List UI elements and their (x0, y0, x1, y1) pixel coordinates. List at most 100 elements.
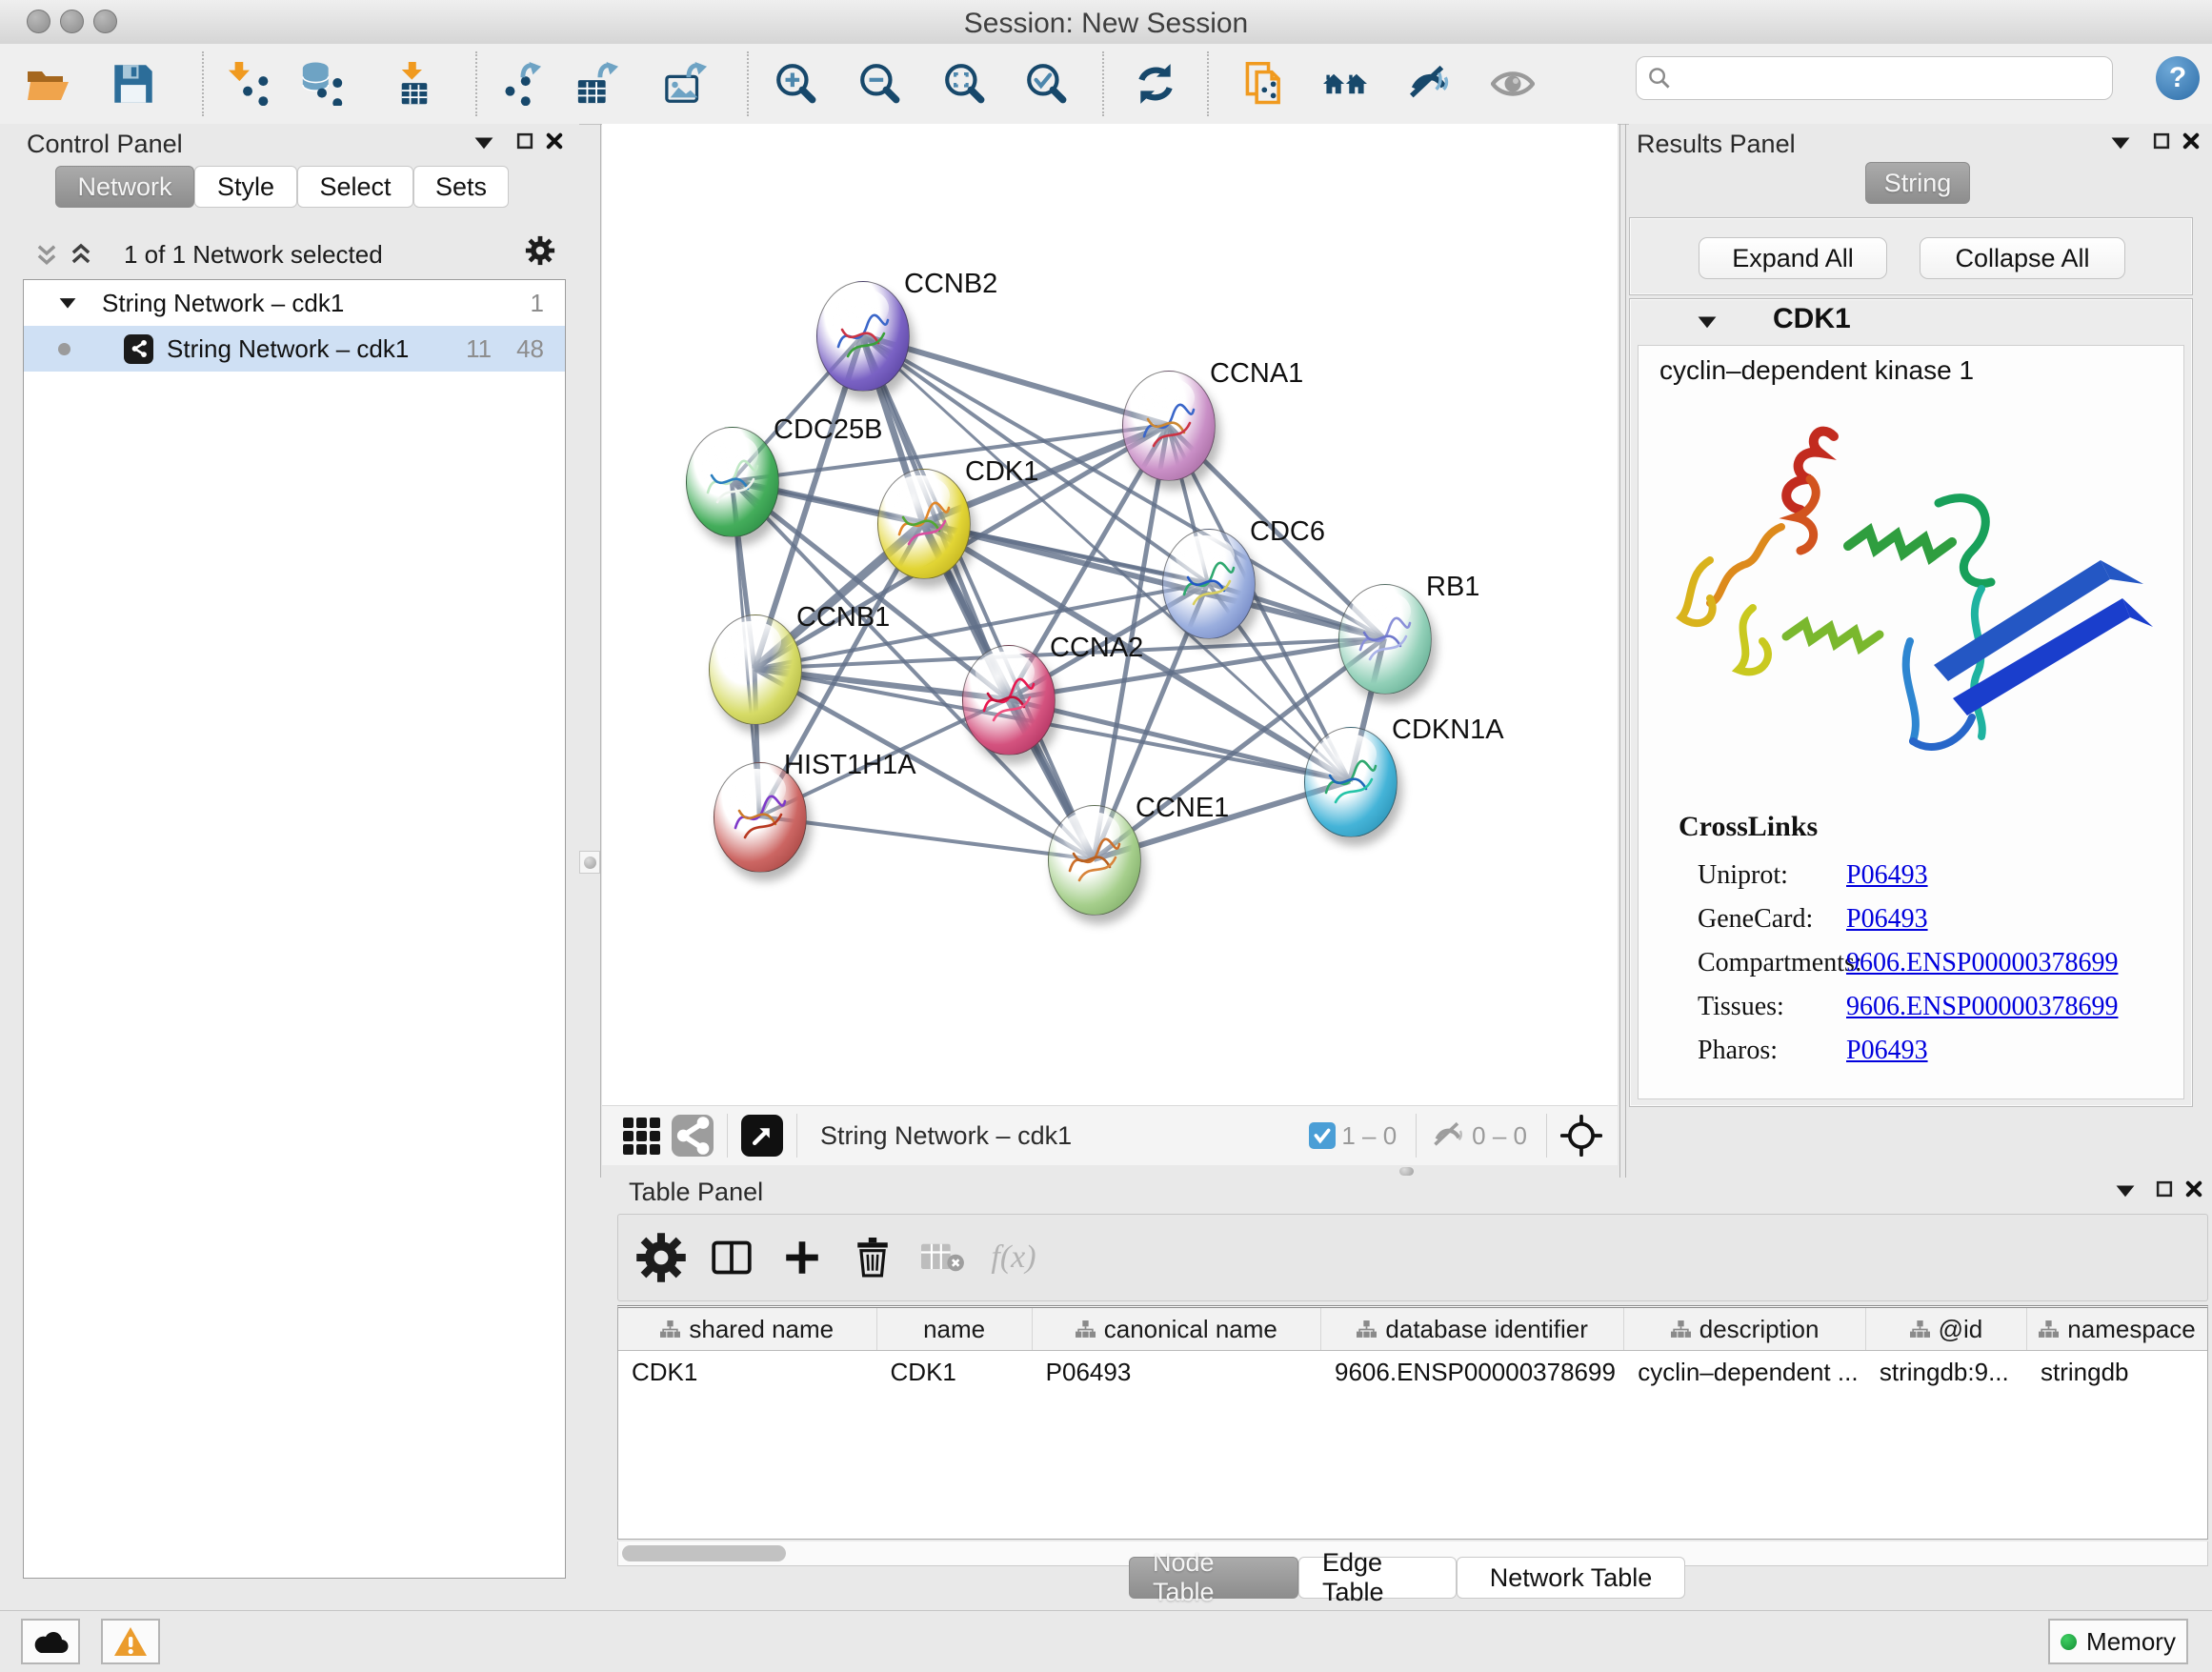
network-node-cdc25b[interactable] (686, 427, 779, 537)
column-header[interactable]: database identifier (1321, 1308, 1624, 1350)
tree-expander-icon[interactable] (58, 296, 77, 310)
network-collection-label: String Network – cdk1 (102, 289, 344, 318)
detach-view-icon[interactable] (741, 1115, 783, 1157)
panel-close-icon[interactable] (546, 132, 563, 150)
tab-string-results[interactable]: String (1865, 162, 1970, 204)
column-header[interactable]: namespace (2027, 1308, 2207, 1350)
expand-all-button[interactable]: Expand All (1699, 237, 1887, 279)
protein-structure-image (1667, 403, 2153, 775)
warnings-button[interactable] (101, 1619, 160, 1664)
zoom-out-icon[interactable] (853, 57, 906, 111)
network-node-cdc6[interactable] (1162, 529, 1256, 639)
string-view-icon[interactable] (672, 1115, 714, 1157)
tab-node-table[interactable]: Node Table (1129, 1557, 1298, 1599)
network-collection-row[interactable]: String Network – cdk1 1 (24, 280, 565, 326)
zoom-in-icon[interactable] (769, 57, 822, 111)
export-image-icon[interactable] (659, 57, 713, 111)
collapse-all-networks-icon[interactable] (34, 241, 59, 266)
column-header[interactable]: name (877, 1308, 1033, 1350)
memory-label: Memory (2086, 1627, 2176, 1657)
crosslink-compartments-link[interactable]: 9606.ENSP00000378699 (1846, 948, 2118, 978)
column-header[interactable]: description (1624, 1308, 1866, 1350)
table-row[interactable]: CDK1 CDK1 P06493 9606.ENSP00000378699 cy… (618, 1351, 2207, 1393)
panel-close-icon[interactable] (2185, 1180, 2202, 1198)
tab-style[interactable]: Style (194, 166, 297, 208)
panel-float-icon[interactable] (515, 131, 534, 151)
bottom-splitter-handle[interactable] (1395, 1165, 1418, 1177)
crosslink-genecard-link[interactable]: P06493 (1846, 904, 1928, 935)
tab-network[interactable]: Network (55, 166, 194, 208)
grid-view-icon[interactable] (623, 1118, 660, 1155)
expand-all-networks-icon[interactable] (69, 241, 93, 266)
network-node-cdkn1a[interactable] (1304, 727, 1398, 837)
network-edge[interactable] (759, 816, 1094, 859)
search-box[interactable] (1636, 56, 2113, 100)
collapse-all-button[interactable]: Collapse All (1920, 237, 2125, 279)
import-network-database-icon[interactable]: path d="M27 7 10 18 27 29" stroke="#1748… (294, 57, 348, 111)
search-input[interactable] (1679, 64, 2101, 92)
memory-button[interactable]: Memory (2048, 1619, 2188, 1664)
selected-nodes-checkbox-icon[interactable] (1309, 1122, 1336, 1149)
hide-panel-icon[interactable] (1402, 57, 1456, 111)
hidden-items-eye-icon[interactable] (1430, 1121, 1466, 1150)
network-node-ccnb2[interactable] (816, 281, 910, 392)
panel-float-icon[interactable] (2155, 1179, 2174, 1199)
status-bar: Memory (0, 1610, 2212, 1672)
network-view-title: String Network – cdk1 (820, 1121, 1072, 1151)
tab-edge-table[interactable]: Edge Table (1298, 1557, 1457, 1599)
right-splitter[interactable] (1619, 124, 1620, 1178)
copy-network-icon[interactable]: path d="M27 7 10 18 27 29" stroke="#1748… (1238, 57, 1292, 111)
network-node-ccnb1[interactable] (709, 614, 802, 725)
network-row-selected[interactable]: String Network – cdk1 11 48 (24, 326, 565, 372)
network-list: String Network – cdk1 1 String Network –… (23, 279, 566, 1579)
table-options-gear-icon[interactable] (633, 1230, 689, 1285)
tab-sets[interactable]: Sets (413, 166, 509, 208)
apply-layout-icon[interactable] (1129, 57, 1182, 111)
open-session-icon[interactable] (21, 57, 74, 111)
delete-column-icon[interactable] (845, 1230, 900, 1285)
panel-close-icon[interactable] (2182, 132, 2200, 150)
panel-menu-caret-icon[interactable] (473, 135, 494, 151)
birdseye-view-icon[interactable] (1318, 57, 1372, 111)
help-button[interactable]: ? (2156, 56, 2200, 100)
column-header[interactable]: shared name (618, 1308, 877, 1350)
left-splitter-handle[interactable] (579, 851, 600, 874)
network-canvas[interactable]: CCNB2CCNA1CDC25BCDK1CDC6RB1CCNB1CCNA2CDK… (602, 124, 1618, 1105)
network-node-rb1[interactable] (1338, 584, 1432, 695)
crosslink-pharos-link[interactable]: P06493 (1846, 1036, 1928, 1066)
zoom-fit-icon[interactable] (937, 57, 991, 111)
network-node-ccna2[interactable] (962, 645, 1056, 755)
network-node-cdk1[interactable] (877, 469, 971, 579)
panel-menu-caret-icon[interactable] (2115, 1183, 2136, 1199)
add-column-icon[interactable] (774, 1230, 830, 1285)
column-header[interactable]: @id (1866, 1308, 2027, 1350)
network-node-ccne1[interactable] (1048, 805, 1141, 916)
panel-menu-caret-icon[interactable] (2110, 135, 2131, 151)
crosslink-tissues-link[interactable]: 9606.ENSP00000378699 (1846, 992, 2118, 1022)
collection-count: 1 (531, 289, 544, 318)
table-panel-title: Table Panel (629, 1178, 763, 1207)
tab-network-table[interactable]: Network Table (1457, 1557, 1685, 1599)
network-node-ccna1[interactable] (1122, 371, 1216, 481)
save-session-icon[interactable] (107, 57, 160, 111)
export-table-icon[interactable] (571, 57, 624, 111)
import-table-icon[interactable] (388, 57, 441, 111)
node-count: 11 (466, 334, 492, 364)
crosshair-icon[interactable] (1560, 1115, 1602, 1157)
column-header[interactable]: canonical name (1033, 1308, 1321, 1350)
tab-select[interactable]: Select (297, 166, 413, 208)
node-table: shared name name canonical name database… (617, 1305, 2208, 1540)
crosslink-uniprot-link[interactable]: P06493 (1846, 860, 1928, 891)
show-panel-icon[interactable] (1486, 57, 1539, 111)
zoom-selected-icon[interactable] (1019, 57, 1073, 111)
section-expander-icon[interactable] (1697, 314, 1718, 330)
export-network-icon[interactable]: path d="M27 7 10 18 27 29" stroke="#1748… (493, 57, 547, 111)
panel-float-icon[interactable] (2152, 131, 2171, 151)
network-options-gear-icon[interactable] (524, 234, 556, 267)
show-columns-icon[interactable] (704, 1230, 759, 1285)
import-network-icon[interactable]: path d="M27 7 10 18 27 29" stroke="#1748… (222, 57, 275, 111)
left-splitter[interactable] (600, 124, 601, 1178)
table-panel: Table Panel f(x) shared name name canoni… (602, 1178, 2212, 1610)
automation-cloud-button[interactable] (21, 1619, 80, 1664)
search-icon (1648, 67, 1671, 90)
